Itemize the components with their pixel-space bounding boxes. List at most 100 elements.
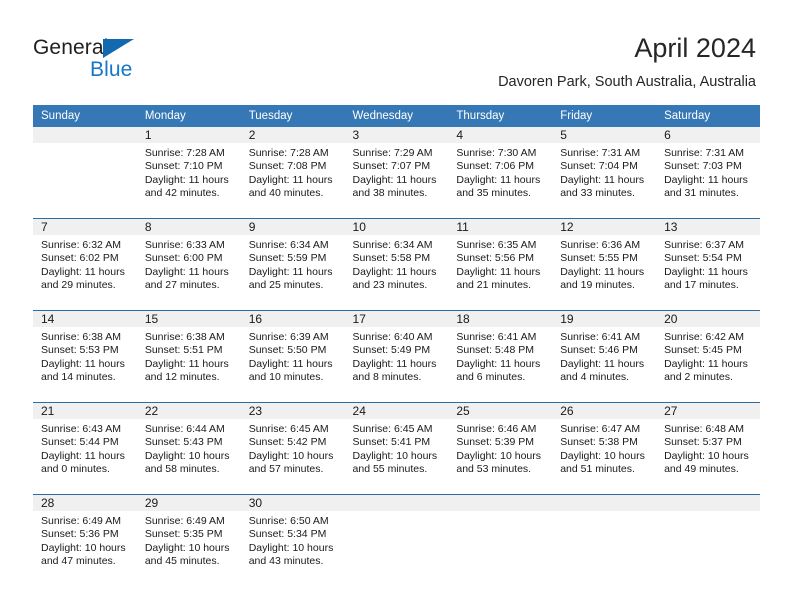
calendar-day-cell[interactable]: 21 Sunrise: 6:43 AM Sunset: 5:44 PM Dayligh… <box>33 402 137 495</box>
daylight-duration-line2: and 6 minutes. <box>456 371 526 384</box>
day-number <box>448 495 553 511</box>
day-detail: Sunrise: 6:39 AM Sunset: 5:50 PM Daylight:… <box>241 327 345 385</box>
sunset-time: Sunset: 6:00 PM <box>144 252 223 265</box>
calendar-day-cell[interactable]: 7 Sunrise: 6:32 AM Sunset: 6:02 PM Daylight… <box>33 218 137 311</box>
day-detail: Sunrise: 6:48 AM Sunset: 5:37 PM Daylight:… <box>656 419 760 477</box>
daylight-duration-line2: and 17 minutes. <box>664 279 739 292</box>
calendar-day-cell[interactable]: 10 Sunrise: 6:34 AM Sunset: 5:58 PM Dayligh… <box>344 218 449 311</box>
sunrise-sunset-calendar: Sunday Monday Tuesday Wednesday Thursday Frid… <box>33 105 760 586</box>
sunrise-time: Sunrise: 6:34 AM <box>352 239 433 251</box>
sunset-time: Sunset: 5:56 PM <box>456 252 535 265</box>
calendar-day-cell[interactable]: 24 Sunrise: 6:45 AM Sunset: 5:41 PM Dayligh… <box>344 402 449 495</box>
calendar-day-cell[interactable]: 12 Sunrise: 6:36 AM Sunset: 5:55 PM Dayligh… <box>552 218 657 311</box>
daylight-duration-line1: Daylight: 11 hours <box>560 357 645 370</box>
daylight-duration-line2: and 8 minutes. <box>352 371 422 384</box>
logo-triangle-icon <box>103 39 134 58</box>
weekday-header-friday: Friday <box>552 105 657 127</box>
calendar-day-cell[interactable]: 6 Sunrise: 7:31 AM Sunset: 7:03 PM Daylight… <box>656 127 760 219</box>
day-detail: Sunrise: 6:49 AM Sunset: 5:35 PM Daylight:… <box>137 511 241 569</box>
day-number <box>33 127 137 143</box>
calendar-week-row: 28 Sunrise: 6:49 AM Sunset: 5:36 PM Dayligh… <box>33 494 760 586</box>
day-number: 22 <box>136 403 241 419</box>
day-detail: Sunrise: 6:50 AM Sunset: 5:34 PM Daylight:… <box>241 511 345 569</box>
daylight-duration-line1: Daylight: 11 hours <box>352 173 437 186</box>
calendar-day-cell[interactable]: 8 Sunrise: 6:33 AM Sunset: 6:00 PM Daylight… <box>136 218 241 311</box>
day-number: 29 <box>136 495 241 511</box>
calendar-day-cell[interactable]: 26 Sunrise: 6:47 AM Sunset: 5:38 PM Dayligh… <box>552 402 657 495</box>
daylight-duration-line1: Daylight: 10 hours <box>352 449 438 462</box>
day-detail: Sunrise: 7:28 AM Sunset: 7:08 PM Daylight:… <box>241 143 345 201</box>
day-detail: Sunrise: 6:34 AM Sunset: 5:59 PM Daylight:… <box>241 235 345 293</box>
calendar-week-row: 1 Sunrise: 7:28 AM Sunset: 7:10 PM Daylight… <box>33 127 760 219</box>
day-number: 10 <box>344 219 449 235</box>
calendar-day-cell[interactable]: 4 Sunrise: 7:30 AM Sunset: 7:06 PM Daylight… <box>448 127 553 219</box>
daylight-duration-line1: Daylight: 11 hours <box>456 173 541 186</box>
calendar-day-cell[interactable]: 29 Sunrise: 6:49 AM Sunset: 5:35 PM Dayligh… <box>136 494 241 586</box>
day-number: 26 <box>552 403 657 419</box>
calendar-day-cell[interactable]: 11 Sunrise: 6:35 AM Sunset: 5:56 PM Dayligh… <box>448 218 553 311</box>
day-number: 24 <box>344 403 449 419</box>
day-detail: Sunrise: 6:45 AM Sunset: 5:42 PM Daylight:… <box>241 419 345 477</box>
sunset-time: Sunset: 5:54 PM <box>664 252 742 265</box>
day-detail: Sunrise: 6:42 AM Sunset: 5:45 PM Daylight:… <box>656 327 760 385</box>
day-number: 1 <box>136 127 241 143</box>
weekday-header-monday: Monday <box>136 105 241 127</box>
day-number: 16 <box>240 311 345 327</box>
calendar-day-cell[interactable]: 9 Sunrise: 6:34 AM Sunset: 5:59 PM Daylight… <box>240 218 345 311</box>
logo-text-general: General <box>33 36 109 59</box>
day-number: 7 <box>33 219 137 235</box>
daylight-duration-line2: and 19 minutes. <box>560 279 635 292</box>
calendar-week-row: 14 Sunrise: 6:38 AM Sunset: 5:53 PM Dayligh… <box>33 310 760 403</box>
daylight-duration-line2: and 38 minutes. <box>352 187 428 200</box>
day-detail: Sunrise: 6:43 AM Sunset: 5:44 PM Daylight:… <box>33 419 137 477</box>
calendar-day-cell[interactable]: 25 Sunrise: 6:46 AM Sunset: 5:39 PM Dayligh… <box>448 402 553 495</box>
sunrise-time: Sunrise: 6:47 AM <box>560 423 641 435</box>
calendar-day-cell[interactable]: 20 Sunrise: 6:42 AM Sunset: 5:45 PM Dayligh… <box>656 310 760 403</box>
day-detail: Sunrise: 6:41 AM Sunset: 5:48 PM Daylight:… <box>448 327 552 385</box>
calendar-day-cell[interactable]: 15 Sunrise: 6:38 AM Sunset: 5:51 PM Dayligh… <box>136 310 241 403</box>
daylight-duration-line2: and 58 minutes. <box>144 463 220 476</box>
sunset-time: Sunset: 5:55 PM <box>560 252 638 265</box>
daylight-duration-line1: Daylight: 10 hours <box>248 449 334 462</box>
sunset-time: Sunset: 5:49 PM <box>352 344 431 357</box>
calendar-header-row: Sunday Monday Tuesday Wednesday Thursday Frid… <box>33 105 760 127</box>
daylight-duration-line2: and 33 minutes. <box>560 187 635 200</box>
calendar-day-cell[interactable]: 5 Sunrise: 7:31 AM Sunset: 7:04 PM Daylight… <box>552 127 657 219</box>
sunrise-time: Sunrise: 6:49 AM <box>41 515 121 527</box>
weekday-header-thursday: Thursday <box>448 105 553 127</box>
sunrise-time: Sunrise: 6:41 AM <box>456 331 537 343</box>
daylight-duration-line1: Daylight: 10 hours <box>664 449 749 462</box>
day-number: 12 <box>552 219 657 235</box>
calendar-day-cell[interactable]: 22 Sunrise: 6:44 AM Sunset: 5:43 PM Dayligh… <box>136 402 241 495</box>
calendar-page: General Blue April 2024 Davoren Park, So… <box>0 0 792 612</box>
day-detail: Sunrise: 6:47 AM Sunset: 5:38 PM Daylight:… <box>552 419 656 477</box>
daylight-duration-line2: and 55 minutes. <box>352 463 428 476</box>
daylight-duration-line2: and 0 minutes. <box>41 463 110 476</box>
sunrise-time: Sunrise: 7:31 AM <box>560 147 641 159</box>
day-detail: Sunrise: 6:41 AM Sunset: 5:46 PM Daylight:… <box>552 327 656 385</box>
daylight-duration-line2: and 40 minutes. <box>248 187 324 200</box>
calendar-day-cell[interactable]: 18 Sunrise: 6:41 AM Sunset: 5:48 PM Dayligh… <box>448 310 553 403</box>
calendar-day-cell[interactable]: 16 Sunrise: 6:39 AM Sunset: 5:50 PM Dayligh… <box>240 310 345 403</box>
day-number: 17 <box>344 311 449 327</box>
calendar-day-cell[interactable]: 3 Sunrise: 7:29 AM Sunset: 7:07 PM Daylight… <box>344 127 449 219</box>
calendar-day-cell[interactable]: 13 Sunrise: 6:37 AM Sunset: 5:54 PM Dayligh… <box>656 218 760 311</box>
day-detail: Sunrise: 6:35 AM Sunset: 5:56 PM Daylight:… <box>448 235 552 293</box>
calendar-day-cell[interactable]: 30 Sunrise: 6:50 AM Sunset: 5:34 PM Dayligh… <box>240 494 345 586</box>
calendar-day-cell[interactable]: 2 Sunrise: 7:28 AM Sunset: 7:08 PM Daylight… <box>240 127 345 219</box>
calendar-day-cell[interactable]: 19 Sunrise: 6:41 AM Sunset: 5:46 PM Dayligh… <box>552 310 657 403</box>
calendar-day-cell[interactable]: 28 Sunrise: 6:49 AM Sunset: 5:36 PM Dayligh… <box>33 494 137 586</box>
calendar-day-cell[interactable]: 27 Sunrise: 6:48 AM Sunset: 5:37 PM Dayligh… <box>656 402 760 495</box>
calendar-day-cell[interactable]: 23 Sunrise: 6:45 AM Sunset: 5:42 PM Dayligh… <box>240 402 345 495</box>
calendar-day-cell[interactable]: 1 Sunrise: 7:28 AM Sunset: 7:10 PM Daylight… <box>136 127 241 219</box>
daylight-duration-line2: and 45 minutes. <box>144 555 220 568</box>
daylight-duration-line1: Daylight: 11 hours <box>664 265 748 278</box>
day-detail: Sunrise: 7:28 AM Sunset: 7:10 PM Daylight:… <box>137 143 241 201</box>
calendar-day-cell[interactable]: 17 Sunrise: 6:40 AM Sunset: 5:49 PM Dayligh… <box>344 310 449 403</box>
sunrise-time: Sunrise: 6:39 AM <box>248 331 329 343</box>
calendar-day-cell[interactable]: 14 Sunrise: 6:38 AM Sunset: 5:53 PM Dayligh… <box>33 310 137 403</box>
sunset-time: Sunset: 5:46 PM <box>560 344 638 357</box>
day-detail: Sunrise: 7:30 AM Sunset: 7:06 PM Daylight:… <box>448 143 552 201</box>
daylight-duration-line2: and 49 minutes. <box>664 463 739 476</box>
sunrise-time: Sunrise: 7:31 AM <box>664 147 745 159</box>
